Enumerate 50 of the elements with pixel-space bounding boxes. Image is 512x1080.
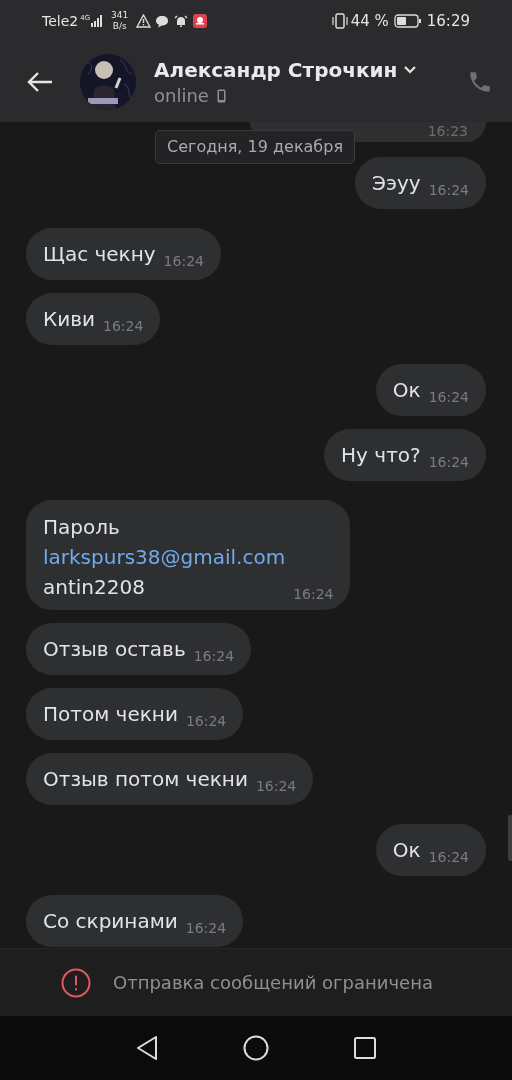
message-time: 16:24	[428, 455, 469, 469]
message-text: Отзыв потом чекни	[43, 766, 248, 793]
message-time: 16:24	[185, 921, 227, 935]
back-arrow-icon[interactable]	[26, 71, 54, 93]
message-time: 16:24	[255, 779, 297, 793]
app-icon	[193, 14, 208, 28]
vibrate-icon	[330, 13, 349, 29]
message-time: 16:24	[103, 319, 144, 333]
speed-value: 341	[111, 10, 129, 21]
notice-text: Отправка сообщений ограничена	[113, 971, 433, 995]
message-text: Ээуу	[372, 170, 421, 197]
message-text: Ок	[392, 377, 421, 404]
online-status: online	[154, 85, 209, 107]
message-text: Щас чекну	[43, 241, 156, 268]
message-time: 16:24	[193, 649, 235, 663]
carrier-name: Tele2	[42, 11, 79, 31]
alert-icon	[61, 967, 91, 998]
email-link[interactable]: larkspurs38@gmail.com	[43, 542, 286, 572]
phone-device-icon	[216, 89, 226, 103]
message-text: Со скринами	[43, 908, 178, 935]
recents-nav-button[interactable]	[353, 1036, 377, 1060]
message-time: 16:24	[185, 714, 227, 728]
back-nav-button[interactable]	[135, 1034, 159, 1062]
message-time: 16:24	[428, 390, 469, 404]
chevron-down-icon[interactable]	[403, 65, 418, 75]
scrollbar	[508, 815, 512, 861]
phone-icon[interactable]	[467, 69, 493, 95]
message-time: 16:24	[428, 183, 469, 197]
message-time: 16:24	[293, 587, 334, 601]
message-time: 16:24	[428, 850, 469, 864]
message-time: 16:24	[163, 254, 204, 268]
clock: 16:29	[426, 10, 470, 32]
battery-icon	[393, 14, 422, 28]
alarm-icon	[174, 14, 189, 28]
message-text: Ок	[392, 837, 421, 864]
battery-percent: 44 %	[350, 10, 389, 32]
warning-icon	[136, 14, 152, 28]
signal-icon	[91, 15, 104, 27]
message-text: Пароль	[43, 514, 121, 541]
message-text: Потом чекни	[43, 701, 178, 728]
home-nav-button[interactable]	[243, 1035, 269, 1061]
message-text: antin2208	[43, 574, 146, 601]
message-text: Отзыв оставь	[43, 636, 186, 663]
chat-icon	[155, 14, 170, 28]
contact-name[interactable]: Александр Строчкин	[154, 57, 398, 83]
message-text: Киви	[43, 306, 95, 333]
speed-unit: B/s	[112, 21, 127, 32]
date-chip: Сегодня, 19 декабря	[155, 130, 355, 164]
message-time: 16:23	[427, 124, 468, 138]
message-text: Ну что?	[341, 442, 421, 469]
